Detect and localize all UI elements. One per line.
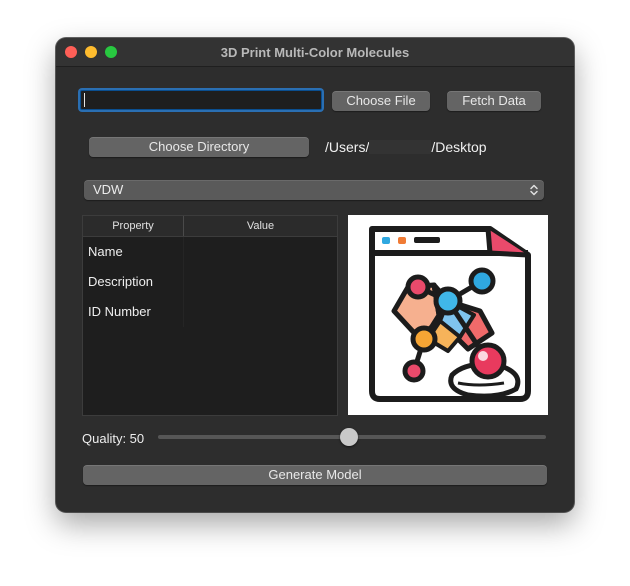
directory-path: /Users/ /Desktop [325,139,487,155]
molecule-app-icon [369,226,531,402]
column-header-property[interactable]: Property [83,216,184,236]
table-header: Property Value [83,216,337,237]
table-row[interactable]: ID Number [83,297,337,327]
directory-path-suffix: /Desktop [431,139,487,155]
table-row[interactable]: Description [83,267,337,297]
representation-select[interactable]: VDW [84,180,544,200]
quality-slider-handle[interactable] [340,428,358,446]
fetch-data-button[interactable]: Fetch Data [447,91,541,111]
column-header-value[interactable]: Value [184,216,337,236]
molecule-preview-image [348,215,548,415]
redacted-username [369,140,432,154]
title-bar: 3D Print Multi-Color Molecules [56,38,574,67]
property-cell: Name [88,244,123,259]
choose-directory-button[interactable]: Choose Directory [89,137,309,157]
representation-selected-value: VDW [93,182,124,197]
column-divider [183,297,184,327]
property-cell: ID Number [88,304,151,319]
table-row[interactable]: Name [83,237,337,267]
choose-file-button[interactable]: Choose File [332,91,430,111]
window-title: 3D Print Multi-Color Molecules [220,45,410,60]
generate-model-button[interactable]: Generate Model [83,465,547,485]
chevron-up-down-icon [530,184,538,196]
column-divider [183,237,184,267]
text-caret [84,93,85,107]
properties-table: Property Value Name Description ID Numbe… [82,215,338,416]
quality-label: Quality: 50 [82,431,145,446]
property-cell: Description [88,274,154,289]
directory-path-prefix: /Users/ [325,139,370,155]
column-divider [183,267,184,297]
file-path-input[interactable] [80,90,322,110]
app-window: 3D Print Multi-Color Molecules Choose Fi… [56,38,574,512]
